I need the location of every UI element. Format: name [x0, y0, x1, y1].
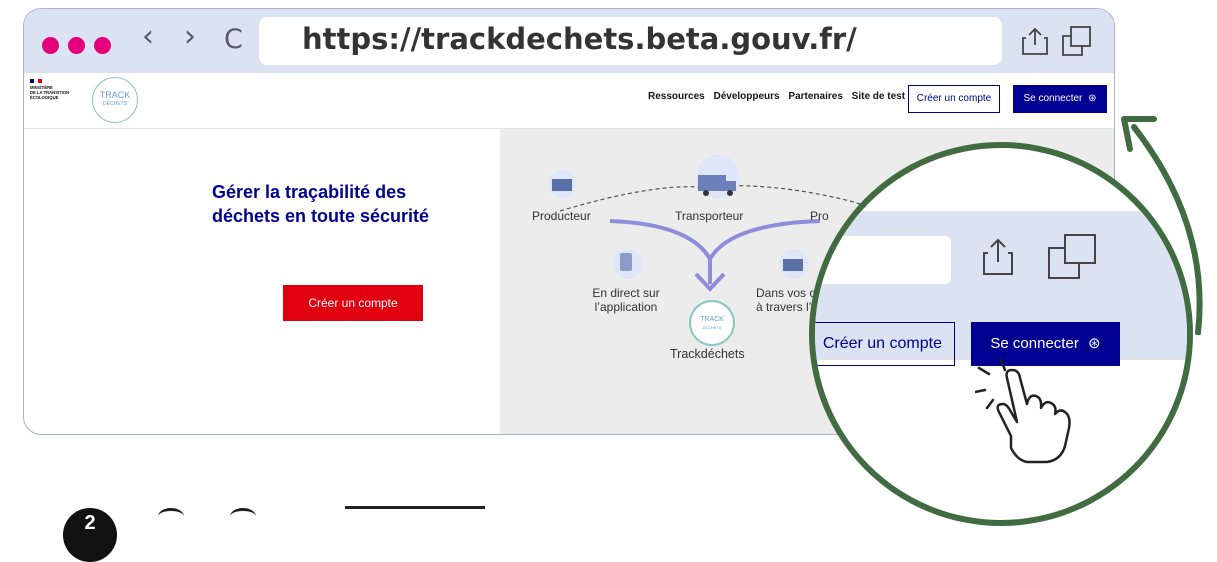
- forward-icon[interactable]: ›: [184, 22, 196, 52]
- back-icon[interactable]: ‹: [142, 22, 154, 52]
- cropped-text-fragment-2: [230, 508, 256, 525]
- hero-title: Gérer la traçabilité des déchets en tout…: [212, 182, 430, 226]
- login-label: Se connecter: [1023, 93, 1083, 104]
- diagram-label-producer: Producteur: [532, 209, 591, 223]
- mobile-app-icon: [613, 249, 643, 279]
- step-number-badge: 2: [63, 508, 117, 562]
- diagram-label-trackdechets: Trackdéchets: [670, 347, 745, 361]
- nav-link-ressources[interactable]: Ressources: [648, 91, 705, 102]
- zoom-user-circle-icon: ⊛: [1087, 335, 1101, 352]
- share-icon[interactable]: [1022, 27, 1048, 55]
- window-dot-minimize[interactable]: [68, 37, 85, 54]
- user-circle-icon: ⊛: [1088, 93, 1097, 104]
- window-dot-close[interactable]: [42, 37, 59, 54]
- diagram-logo-main: TRACK: [700, 316, 724, 323]
- zoom-tabs-icon: [1048, 234, 1096, 279]
- tools-icon: [779, 249, 809, 279]
- cropped-text-fragment: [158, 508, 184, 525]
- ministry-logo: MINISTÈRE DE LA TRANSITION ÉCOLOGIQUE: [30, 79, 80, 119]
- click-hand-icon: [975, 358, 1071, 464]
- nav-link-site-de-test[interactable]: Site de test: [852, 91, 905, 102]
- main-nav: Ressources Développeurs Partenaires Site…: [648, 91, 911, 102]
- zoom-create-account-button: Créer un compte: [815, 322, 955, 366]
- window-dot-maximize[interactable]: [94, 37, 111, 54]
- transporter-icon: [696, 155, 740, 199]
- zoom-login-label: Se connecter: [990, 335, 1079, 352]
- nav-link-developpeurs[interactable]: Développeurs: [713, 91, 779, 102]
- tools-line-2: à travers l’A: [756, 300, 820, 314]
- marianne-flag-icon: [30, 79, 42, 83]
- diagram-label-transporter: Transporteur: [675, 209, 744, 223]
- direct-line-2: l’application: [594, 300, 658, 314]
- browser-toolbar: ‹ › C https://trackdechets.beta.gouv.fr/: [24, 9, 1114, 73]
- reload-icon[interactable]: C: [224, 26, 243, 53]
- producer-icon: [548, 170, 576, 198]
- diagram-logo-text: TRACK DÉCHETS: [697, 316, 727, 332]
- ministry-line-3: ÉCOLOGIQUE: [30, 95, 59, 100]
- logo-subtext: DÉCHETS: [103, 101, 127, 107]
- nav-link-partenaires[interactable]: Partenaires: [788, 91, 842, 102]
- site-header: MINISTÈRE DE LA TRANSITION ÉCOLOGIQUE TR…: [24, 73, 1114, 129]
- zoom-url-bar: [815, 236, 951, 284]
- tabs-icon[interactable]: [1061, 25, 1093, 57]
- diagram-logo-sub: DÉCHETS: [702, 325, 722, 330]
- hero-create-account-button[interactable]: Créer un compte: [283, 285, 423, 321]
- url-text: https://trackdechets.beta.gouv.fr/: [302, 22, 857, 56]
- create-account-button[interactable]: Créer un compte: [908, 85, 1000, 113]
- trackdechets-logo[interactable]: TRACK DÉCHETS: [92, 77, 138, 123]
- url-bar[interactable]: https://trackdechets.beta.gouv.fr/: [259, 17, 1002, 65]
- cropped-text-fragment-3: [345, 506, 485, 525]
- direct-line-1: En direct sur: [592, 286, 660, 300]
- logo-text: TRACK: [99, 90, 131, 100]
- tools-line-1: Dans vos o: [756, 286, 817, 300]
- diagram-label-direct: En direct sur l’application: [591, 286, 661, 314]
- zoom-magnifier: Créer un compte Se connecter ⊛: [815, 148, 1187, 520]
- login-button[interactable]: Se connecter ⊛: [1013, 85, 1107, 113]
- zoom-share-icon: [983, 238, 1013, 275]
